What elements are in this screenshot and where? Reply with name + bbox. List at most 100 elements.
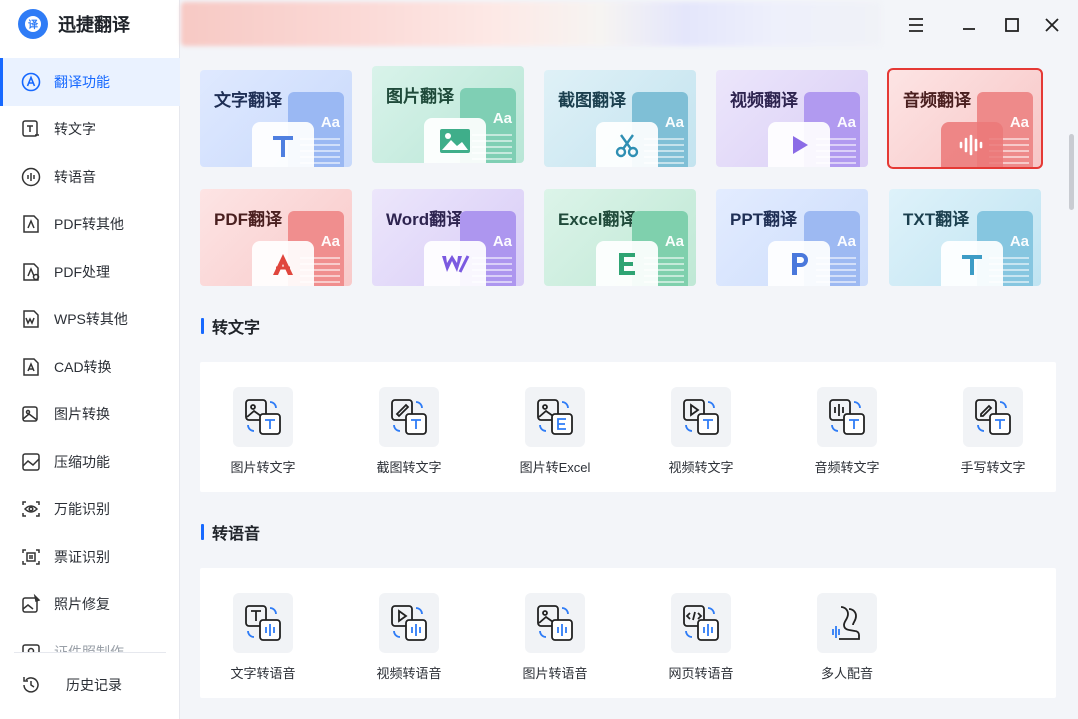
tool-webpage-to-speech[interactable]: 网页转语音 <box>641 593 761 682</box>
multi-voice-icon <box>817 593 877 653</box>
sidebar-item-compress[interactable]: 压缩功能 <box>0 438 180 486</box>
card-aa: Aa <box>492 110 512 127</box>
tool-label: 图片转文字 <box>230 460 296 475</box>
text-convert-icon <box>20 118 42 140</box>
sidebar-item-to-text[interactable]: 转文字 <box>0 106 180 154</box>
to-text-panel: 图片转文字 截图转文字 图片转Excel 视频转文字 音频转文字 手写转文字 <box>200 362 1056 492</box>
app-logo-icon: 译 <box>18 9 48 39</box>
menu-button[interactable] <box>903 12 929 38</box>
tool-screenshot-to-text[interactable]: 截图转文字 <box>349 387 469 476</box>
tool-text-to-speech[interactable]: 文字转语音 <box>203 593 323 682</box>
main-content: 文字翻译 Aa 图片翻译 Aa 截图翻译 Aa 视频翻译 Aa 音频翻译 Aa … <box>181 52 1078 719</box>
handwriting-to-text-icon <box>963 387 1023 447</box>
tool-image-to-speech[interactable]: 图片转语音 <box>495 593 615 682</box>
card-pdf-translate[interactable]: PDF翻译 Aa <box>200 189 352 286</box>
card-title: 音频翻译 <box>903 91 971 110</box>
sidebar-item-label: 压缩功能 <box>54 453 110 470</box>
sidebar-item-history[interactable]: 历史记录 <box>0 664 180 706</box>
sidebar-item-to-speech[interactable]: 转语音 <box>0 153 180 201</box>
sidebar-item-label: PDF转其他 <box>54 216 124 233</box>
maximize-icon <box>1005 18 1019 32</box>
word-icon <box>424 241 486 286</box>
card-aa: Aa <box>836 233 856 250</box>
text-t-icon <box>252 122 314 167</box>
pdf-process-icon <box>20 261 42 283</box>
card-screenshot-translate[interactable]: 截图翻译 Aa <box>544 70 696 167</box>
close-button[interactable] <box>1039 12 1065 38</box>
card-word-translate[interactable]: Word翻译 Aa <box>372 189 524 286</box>
tool-label: 图片转Excel <box>519 460 591 475</box>
tool-audio-to-text[interactable]: 音频转文字 <box>787 387 907 476</box>
ppt-p-icon <box>768 241 830 286</box>
tool-label: 视频转文字 <box>668 460 734 475</box>
card-video-translate[interactable]: 视频翻译 Aa <box>716 70 868 167</box>
card-ppt-translate[interactable]: PPT翻译 Aa <box>716 189 868 286</box>
image-to-speech-icon <box>525 593 585 653</box>
card-txt-translate[interactable]: TXT翻译 Aa <box>889 189 1041 286</box>
close-icon <box>1045 18 1059 32</box>
maximize-button[interactable] <box>999 12 1025 38</box>
tool-video-to-text[interactable]: 视频转文字 <box>641 387 761 476</box>
sidebar-divider <box>14 652 166 653</box>
card-title: PDF翻译 <box>214 210 282 229</box>
scrollbar[interactable] <box>1069 134 1074 210</box>
sidebar-item-label: 票证识别 <box>54 548 110 565</box>
image-icon <box>424 118 486 163</box>
tool-multi-voice-dubbing[interactable]: 多人配音 <box>787 593 907 682</box>
sidebar-item-pdf-convert[interactable]: PDF转其他 <box>0 201 180 249</box>
card-text-translate[interactable]: 文字翻译 Aa <box>200 70 352 167</box>
voice-icon <box>20 166 42 188</box>
card-aa: Aa <box>664 114 684 131</box>
tool-handwriting-to-text[interactable]: 手写转文字 <box>933 387 1053 476</box>
tool-image-to-text[interactable]: 图片转文字 <box>203 387 323 476</box>
minimize-button[interactable] <box>956 12 982 38</box>
pdf-icon <box>252 241 314 286</box>
excel-e-icon <box>596 241 658 286</box>
sidebar-item-id-photo[interactable]: 证件照制作 <box>0 628 180 652</box>
app-logo-glyph: 译 <box>28 18 39 31</box>
card-aa: Aa <box>320 114 340 131</box>
translate-icon <box>20 71 42 93</box>
sidebar-item-label: 万能识别 <box>54 501 110 518</box>
tool-label: 视频转语音 <box>376 666 442 681</box>
ticket-icon <box>20 546 42 568</box>
promo-banner[interactable] <box>181 2 881 46</box>
sidebar-item-label: WPS转其他 <box>54 311 128 328</box>
to-speech-panel: 文字转语音 视频转语音 图片转语音 网页转语音 多人配音 <box>200 568 1056 698</box>
sidebar-nav: 翻译功能 转文字 转语音 PDF转其他 PDF处理 WPS转其他 CAD转换 图… <box>0 58 180 652</box>
sidebar-item-universal-ocr[interactable]: 万能识别 <box>0 486 180 534</box>
tool-label: 音频转文字 <box>814 460 880 475</box>
tool-video-to-speech[interactable]: 视频转语音 <box>349 593 469 682</box>
id-photo-icon <box>20 641 42 652</box>
card-aa: Aa <box>1009 233 1029 250</box>
section-title-to-speech: 转语音 <box>201 520 260 544</box>
sidebar-item-cad-convert[interactable]: CAD转换 <box>0 343 180 391</box>
audio-to-text-icon <box>817 387 877 447</box>
card-aa: Aa <box>492 233 512 250</box>
sidebar-item-wps-convert[interactable]: WPS转其他 <box>0 296 180 344</box>
webpage-to-speech-icon <box>671 593 731 653</box>
card-title: Excel翻译 <box>558 210 637 229</box>
tool-label: 图片转语音 <box>522 666 588 681</box>
audio-wave-icon <box>941 122 1003 167</box>
screenshot-to-text-icon <box>379 387 439 447</box>
sidebar-item-ticket-ocr[interactable]: 票证识别 <box>0 533 180 581</box>
cad-icon <box>20 356 42 378</box>
sidebar-item-label: 证件照制作 <box>54 643 124 652</box>
card-excel-translate[interactable]: Excel翻译 Aa <box>544 189 696 286</box>
minimize-icon <box>963 28 975 30</box>
sidebar-item-translate[interactable]: 翻译功能 <box>0 58 180 106</box>
card-aa: Aa <box>1009 114 1029 131</box>
sidebar-item-image-convert[interactable]: 图片转换 <box>0 391 180 439</box>
image-convert-icon <box>20 403 42 425</box>
tool-image-to-excel[interactable]: 图片转Excel <box>495 387 615 476</box>
sidebar-item-label: CAD转换 <box>54 358 112 375</box>
sidebar-item-photo-repair[interactable]: 照片修复 <box>0 581 180 629</box>
card-image-translate[interactable]: 图片翻译 Aa <box>372 66 524 163</box>
sidebar-item-label: 照片修复 <box>54 596 110 613</box>
sidebar-item-pdf-process[interactable]: PDF处理 <box>0 248 180 296</box>
wps-icon <box>20 308 42 330</box>
sidebar-item-label: 翻译功能 <box>54 73 110 90</box>
card-audio-translate[interactable]: 音频翻译 Aa <box>887 68 1043 169</box>
history-label: 历史记录 <box>66 677 122 693</box>
